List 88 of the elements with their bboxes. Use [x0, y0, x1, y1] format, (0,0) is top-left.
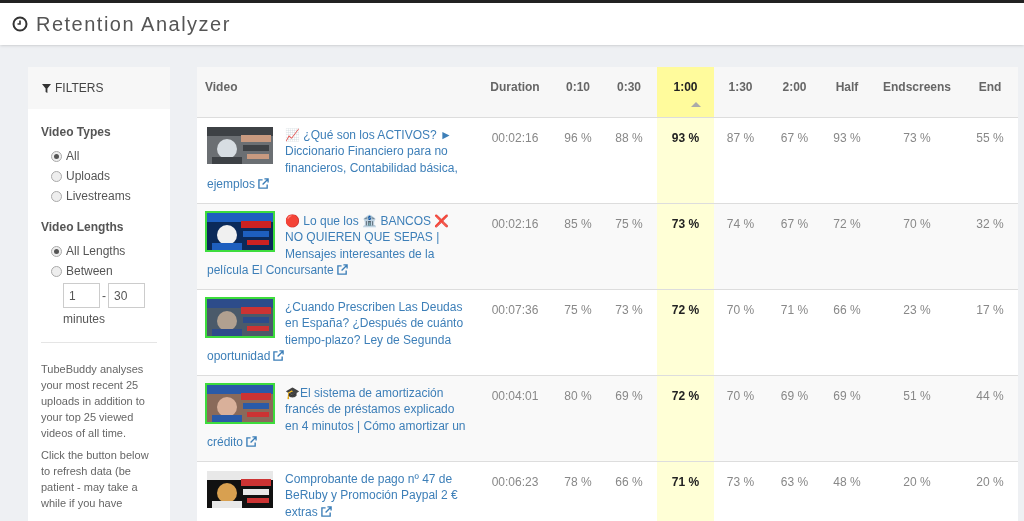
table-cell: 73 % [601, 289, 657, 375]
table-cell: 00:06:23 [475, 461, 555, 521]
video-title-link[interactable]: 🎓El sistema de amortización francés de préstamos explicado en 4 minutos | Cómo amortizar un crédito [207, 384, 469, 451]
video-title-link[interactable]: ¿Cuando Prescriben Las Deudas en España? ¿Después de cuánto tiempo-plazo? Ley de Segunda oportunidad [207, 298, 469, 365]
table-cell: 20 % [962, 461, 1018, 521]
info-paragraph: Click the button below to refresh data (be patient - may take a while if you have [41, 448, 150, 511]
radio-button[interactable] [51, 150, 62, 162]
column-header[interactable]: Endscreens [872, 67, 962, 117]
table-cell: 23 % [872, 289, 962, 375]
minutes-label: minutes [63, 311, 107, 328]
table-cell: 72 % [657, 289, 714, 375]
table-cell: 00:02:16 [475, 117, 555, 203]
column-header[interactable]: Video [197, 67, 475, 117]
radio-button[interactable] [51, 190, 62, 202]
external-link-icon [320, 505, 332, 517]
range-separator: - [102, 287, 106, 305]
video-title-link[interactable]: Comprobante de pago nº 47 de BeRuby y Promoción Paypal 2 € extras [207, 470, 469, 520]
radio-label: All Lengths [66, 243, 126, 260]
table-cell: 20 % [872, 461, 962, 521]
table-cell: 00:02:16 [475, 203, 555, 289]
group-heading: Video Types [41, 124, 112, 141]
table-cell: 88 % [601, 117, 657, 203]
table-cell: 63 % [767, 461, 822, 521]
video-title-link[interactable]: 🔴 Lo que los 🏦 BANCOS ❌ NO QUIEREN QUE SEPAS | Mensajes interesantes de la película El Concursante [207, 212, 469, 279]
radio-label: Between [66, 263, 113, 280]
table-cell: 80 % [555, 375, 601, 461]
table-cell: 71 % [657, 461, 714, 521]
table-cell: 66 % [601, 461, 657, 521]
min-minutes-field[interactable]: 1 [63, 283, 100, 308]
table-cell: 32 % [962, 203, 1018, 289]
video-title-link[interactable]: 📈 ¿Qué son los ACTIVOS? ► Diccionario Financiero para no financieros, Contabilidad básica, ejemplos [207, 126, 469, 193]
external-link-icon [336, 264, 348, 275]
clock-icon [12, 16, 28, 32]
external-link-icon [258, 178, 270, 189]
table-cell: 70 % [714, 375, 767, 461]
table-cell: 85 % [555, 203, 601, 289]
table-cell: 78 % [555, 461, 601, 521]
table-cell: 93 % [822, 117, 872, 203]
table-cell: 67 % [767, 203, 822, 289]
table-cell: 69 % [601, 375, 657, 461]
info-paragraph: TubeBuddy analyses your most recent 25 uploads in addition to your top 25 viewed videos of all time. [41, 362, 146, 441]
table-cell: 75 % [601, 203, 657, 289]
radio-button[interactable] [51, 245, 62, 257]
table-cell: 69 % [767, 375, 822, 461]
table-cell: 72 % [657, 375, 714, 461]
radio-button[interactable] [51, 265, 62, 277]
table-cell: 96 % [555, 117, 601, 203]
column-header[interactable]: 2:00 [767, 67, 822, 117]
sort-ascending-icon [690, 102, 701, 107]
page-title: Retention Analyzer [36, 12, 231, 37]
table-cell: 70 % [872, 203, 962, 289]
table-cell: 87 % [714, 117, 767, 203]
table-cell: 75 % [555, 289, 601, 375]
table-cell: 73 % [872, 117, 962, 203]
table-cell: 17 % [962, 289, 1018, 375]
column-header[interactable]: 1:00 [657, 67, 714, 117]
table-cell: 70 % [714, 289, 767, 375]
column-header[interactable]: 1:30 [714, 67, 767, 117]
external-link-icon [246, 436, 258, 447]
radio-label: Livestreams [66, 188, 131, 205]
table-cell: 72 % [822, 203, 872, 289]
radio-button[interactable] [51, 170, 62, 182]
table-cell: 74 % [714, 203, 767, 289]
table-cell: 66 % [822, 289, 872, 375]
column-header[interactable]: Duration [475, 67, 555, 117]
table-cell: 93 % [657, 117, 714, 203]
radio-label: Uploads [66, 168, 111, 185]
filters-heading: FILTERS [55, 80, 104, 97]
max-minutes-field[interactable]: 30 [108, 283, 145, 308]
table-cell: 73 % [657, 203, 714, 289]
table-cell: 73 % [714, 461, 767, 521]
group-heading: Video Lengths [41, 219, 125, 236]
table-cell: 67 % [767, 117, 822, 203]
column-header[interactable]: 0:10 [555, 67, 601, 117]
table-cell: 00:07:36 [475, 289, 555, 375]
filter-icon [42, 83, 51, 93]
external-link-icon [273, 350, 285, 361]
table-cell: 44 % [962, 375, 1018, 461]
table-cell: 51 % [872, 375, 962, 461]
column-header[interactable]: End [962, 67, 1018, 117]
radio-label: All [66, 148, 80, 165]
table-cell: 48 % [822, 461, 872, 521]
table-cell: 55 % [962, 117, 1018, 203]
column-header[interactable]: 0:30 [601, 67, 657, 117]
column-header[interactable]: Half [822, 67, 872, 117]
table-cell: 71 % [767, 289, 822, 375]
table-cell: 00:04:01 [475, 375, 555, 461]
table-cell: 69 % [822, 375, 872, 461]
